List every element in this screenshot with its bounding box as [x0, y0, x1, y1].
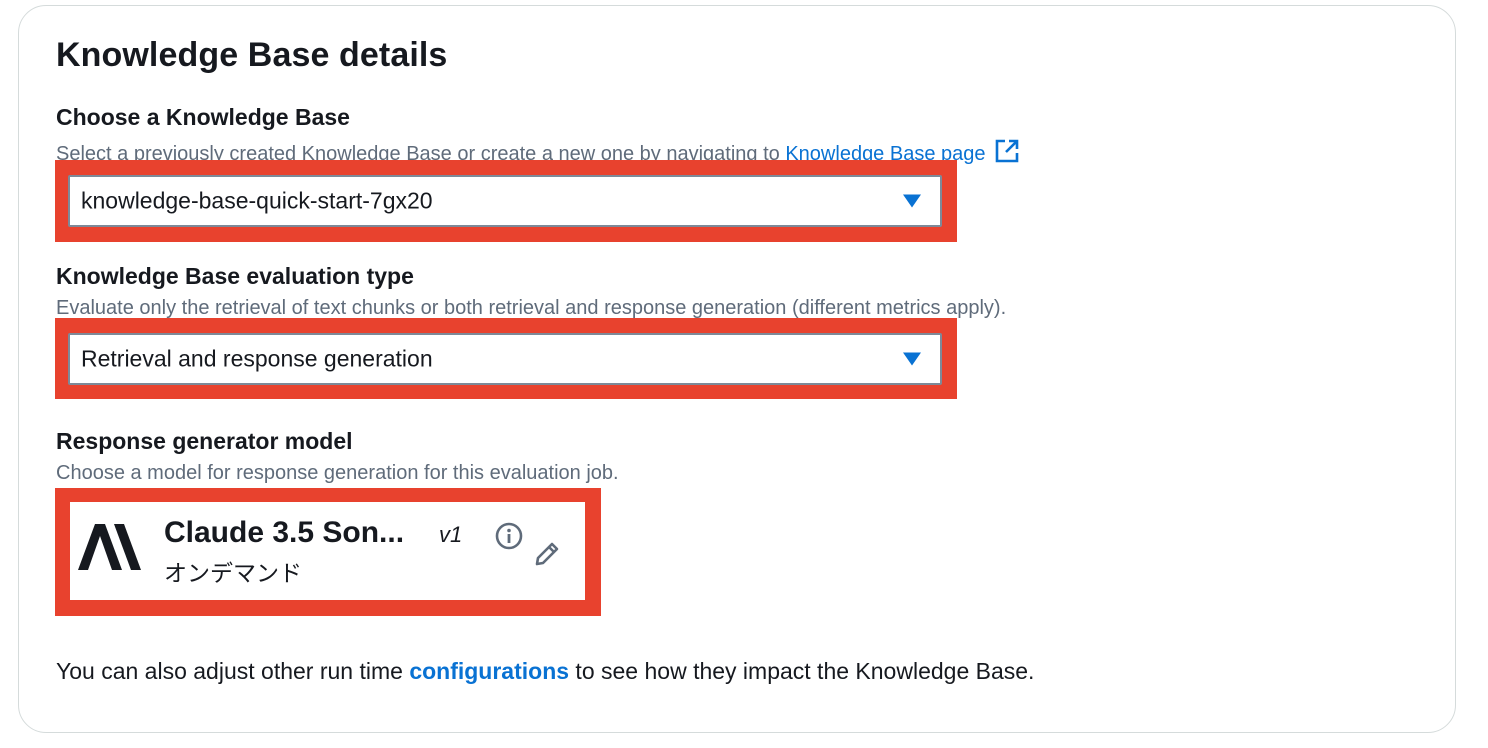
footer-text-suffix: to see how they impact the Knowledge Bas… [569, 658, 1035, 684]
caret-down-icon [903, 352, 921, 366]
evaluation-type-select-value: Retrieval and response generation [81, 345, 433, 372]
model-card[interactable]: Claude 3.5 Son... v1 オンデマンド [70, 502, 585, 600]
response-model-label: Response generator model [56, 428, 353, 454]
section-title: Knowledge Base details [56, 36, 448, 74]
evaluation-type-select[interactable]: Retrieval and response generation [68, 333, 942, 385]
caret-down-icon [903, 194, 921, 208]
anthropic-logo-icon [78, 522, 144, 577]
configurations-link[interactable]: configurations [409, 658, 569, 684]
evaluation-type-label: Knowledge Base evaluation type [56, 263, 414, 289]
info-icon[interactable] [495, 522, 523, 555]
footer-text-prefix: You can also adjust other run time [56, 658, 410, 684]
evaluation-type-description: Evaluate only the retrieval of text chun… [56, 297, 1007, 319]
model-subtitle: オンデマンド [164, 560, 302, 586]
footer-note: You can also adjust other run time confi… [56, 658, 1034, 685]
model-name: Claude 3.5 Son... [164, 516, 405, 549]
response-model-description: Choose a model for response generation f… [56, 462, 619, 484]
model-version: v1 [439, 522, 463, 547]
knowledge-base-label: Choose a Knowledge Base [56, 104, 350, 130]
pencil-icon[interactable] [533, 540, 561, 573]
external-link-icon[interactable] [994, 138, 1020, 170]
knowledge-base-select[interactable]: knowledge-base-quick-start-7gx20 [68, 175, 942, 227]
knowledge-base-select-value: knowledge-base-quick-start-7gx20 [81, 187, 433, 214]
